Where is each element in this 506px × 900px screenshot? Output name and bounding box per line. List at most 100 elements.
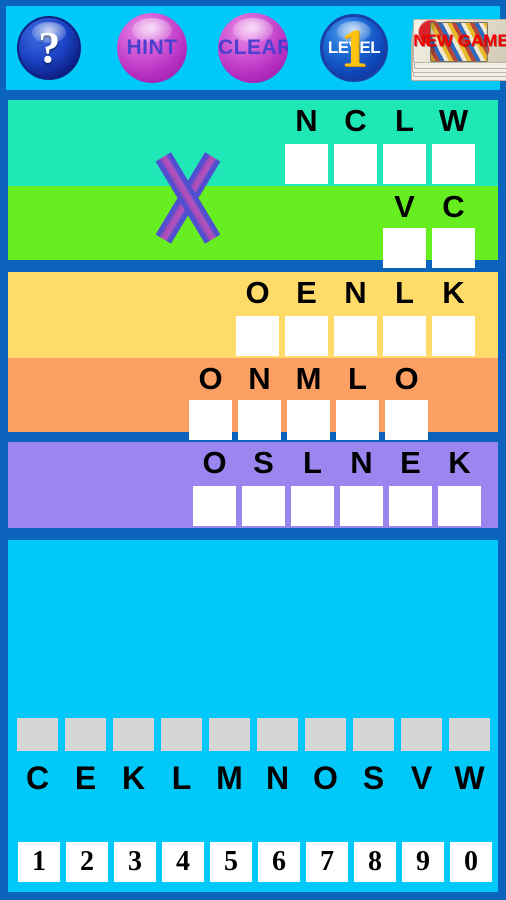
- answer-tile[interactable]: [236, 316, 279, 356]
- answer-tile[interactable]: [383, 228, 426, 268]
- answer-tile[interactable]: [285, 316, 328, 356]
- clue-letter: N: [295, 103, 318, 138]
- clue-letter: M: [295, 361, 322, 396]
- help-button[interactable]: ?: [17, 16, 81, 80]
- letter-slot[interactable]: [161, 718, 202, 751]
- answer-tile[interactable]: [340, 486, 383, 526]
- letter-slot[interactable]: [257, 718, 298, 751]
- clue-letter: E: [400, 445, 421, 480]
- level-button[interactable]: LEVEL 1: [320, 14, 388, 82]
- letter-key-k[interactable]: K: [113, 758, 154, 798]
- new-game-button[interactable]: NEW GAME: [411, 15, 506, 81]
- puzzle-row: OSLNEK: [8, 442, 498, 528]
- answer-tile[interactable]: [334, 144, 377, 184]
- answer-tile-group: [236, 316, 475, 356]
- number-key-9[interactable]: 9: [402, 842, 444, 882]
- clue-letter: L: [395, 275, 414, 310]
- help-button-label: ?: [38, 23, 60, 72]
- letter-slot[interactable]: [65, 718, 106, 751]
- answer-tile[interactable]: [238, 400, 281, 440]
- clue-letter-group: NCLW: [285, 102, 481, 140]
- number-key-5[interactable]: 5: [210, 842, 252, 882]
- number-key-1[interactable]: 1: [18, 842, 60, 882]
- answer-tile[interactable]: [432, 228, 475, 268]
- clue-letter: O: [394, 361, 419, 396]
- clue-letter: N: [344, 275, 367, 310]
- letter-slot[interactable]: [209, 718, 250, 751]
- clue-letter: V: [394, 189, 415, 224]
- answer-tile[interactable]: [389, 486, 432, 526]
- number-key-3[interactable]: 3: [114, 842, 156, 882]
- number-key-8[interactable]: 8: [354, 842, 396, 882]
- answer-tile-group: [193, 486, 481, 526]
- letter-key-o[interactable]: O: [305, 758, 346, 798]
- letter-slot[interactable]: [17, 718, 58, 751]
- answer-tile[interactable]: [385, 400, 428, 440]
- letter-key-e[interactable]: E: [65, 758, 106, 798]
- clue-letter: S: [253, 445, 274, 480]
- multiplication-panel: NCLW VC: [8, 100, 498, 268]
- letter-key-n[interactable]: N: [257, 758, 298, 798]
- clue-letter: N: [350, 445, 373, 480]
- answer-tile[interactable]: [193, 486, 236, 526]
- letter-key-v[interactable]: V: [401, 758, 442, 798]
- letter-slot[interactable]: [353, 718, 394, 751]
- clue-letter: N: [248, 361, 271, 396]
- letter-slot-group: [17, 718, 490, 751]
- multiply-operator-icon: [153, 150, 223, 246]
- clue-letter: O: [198, 361, 223, 396]
- game-screen: ? HINT CLEAR LEVEL 1 NEW GAME N C L W V …: [0, 0, 506, 900]
- clue-letter-group: OSLNEK: [193, 444, 487, 482]
- letter-key-w[interactable]: W: [449, 758, 490, 798]
- puzzle-row: ONMLO: [8, 358, 498, 440]
- new-game-label: NEW GAME: [413, 31, 506, 50]
- card-deck-icon: NEW GAME: [411, 15, 506, 81]
- letter-key-c[interactable]: C: [17, 758, 58, 798]
- clear-button[interactable]: CLEAR: [218, 13, 288, 83]
- answer-tile[interactable]: [287, 400, 330, 440]
- letter-key-s[interactable]: S: [353, 758, 394, 798]
- hint-button-label: HINT: [126, 36, 178, 59]
- answer-tile[interactable]: [438, 486, 481, 526]
- answer-tile-group: [189, 400, 428, 440]
- letter-slot[interactable]: [449, 718, 490, 751]
- clue-letter: W: [438, 103, 469, 138]
- letter-slot[interactable]: [305, 718, 346, 751]
- answer-tile[interactable]: [432, 144, 475, 184]
- answer-tile[interactable]: [383, 316, 426, 356]
- puzzle-row: OENLK: [8, 272, 498, 358]
- letter-slot[interactable]: [401, 718, 442, 751]
- answer-tile[interactable]: [242, 486, 285, 526]
- hint-button[interactable]: HINT: [117, 13, 187, 83]
- letter-key-l[interactable]: L: [161, 758, 202, 798]
- clue-letter: C: [442, 189, 465, 224]
- level-number: 1: [340, 18, 368, 78]
- answer-tile-group: [285, 144, 475, 184]
- number-key-6[interactable]: 6: [258, 842, 300, 882]
- letter-slot[interactable]: [113, 718, 154, 751]
- answer-tile[interactable]: [432, 316, 475, 356]
- clue-letter: O: [202, 445, 227, 480]
- letter-key-m[interactable]: M: [209, 758, 250, 798]
- clear-sphere-icon: CLEAR: [218, 13, 288, 83]
- hint-sphere-icon: HINT: [117, 13, 187, 83]
- number-key-7[interactable]: 7: [306, 842, 348, 882]
- number-key-2[interactable]: 2: [66, 842, 108, 882]
- answer-tile-group: [383, 228, 475, 268]
- clue-letter: E: [296, 275, 317, 310]
- number-key-4[interactable]: 4: [162, 842, 204, 882]
- clue-letter: O: [245, 275, 270, 310]
- answer-tile[interactable]: [334, 316, 377, 356]
- answer-tile[interactable]: [189, 400, 232, 440]
- clue-letter-group: OENLK: [236, 274, 481, 312]
- total-panel: OSLNEK: [8, 442, 498, 528]
- answer-tile[interactable]: [285, 144, 328, 184]
- toolbar: ? HINT CLEAR LEVEL 1 NEW GAME: [6, 6, 506, 90]
- number-key-0[interactable]: 0: [450, 842, 492, 882]
- puzzle-row: VC: [8, 186, 498, 268]
- answer-tile[interactable]: [383, 144, 426, 184]
- answer-tile[interactable]: [291, 486, 334, 526]
- clue-letter: L: [395, 103, 414, 138]
- answer-tile[interactable]: [336, 400, 379, 440]
- letter-key-group: CEKLMNOSVW: [17, 758, 490, 798]
